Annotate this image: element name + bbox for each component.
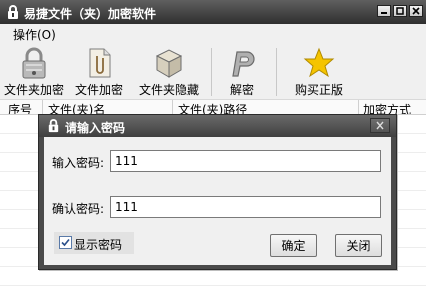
column-header-name[interactable]: 文件(夹)名 bbox=[48, 101, 105, 114]
toolbar-separator bbox=[276, 48, 277, 96]
dialog-title: 请输入密码 bbox=[65, 121, 126, 135]
column-header-method[interactable]: 加密方式 bbox=[363, 101, 411, 114]
password-label: 输入密码: bbox=[52, 156, 105, 170]
lock-icon bbox=[48, 119, 59, 133]
file-clip-icon bbox=[89, 48, 111, 78]
column-divider bbox=[172, 100, 173, 114]
box-icon bbox=[155, 49, 183, 78]
column-divider bbox=[358, 100, 359, 114]
padlock-icon bbox=[22, 47, 46, 79]
ok-button[interactable]: 确定 bbox=[270, 234, 317, 257]
column-header-index[interactable]: 序号 bbox=[8, 101, 32, 114]
checkmark-icon bbox=[61, 238, 70, 247]
show-password-label: 显示密码 bbox=[74, 238, 123, 252]
password-dialog: 请输入密码 输入密码: 确认密码: 显示密码 确定 关闭 bbox=[38, 114, 397, 270]
confirm-password-input[interactable] bbox=[110, 196, 381, 218]
buy-button[interactable]: 购买正版 bbox=[288, 46, 350, 100]
toolbar-label: 购买正版 bbox=[294, 83, 343, 97]
dialog-titlebar[interactable]: 请输入密码 bbox=[39, 115, 396, 137]
minimize-icon bbox=[381, 12, 387, 14]
toolbar-label: 文件夹隐藏 bbox=[138, 83, 199, 97]
file-encrypt-button[interactable]: 文件加密 bbox=[71, 46, 127, 100]
close-icon bbox=[376, 121, 384, 130]
star-icon bbox=[303, 47, 335, 78]
toolbar-label: 文件夹加密 bbox=[3, 83, 64, 97]
menu-bar: 操作(O) bbox=[0, 24, 426, 44]
decrypt-p-icon bbox=[232, 51, 255, 77]
toolbar-label: 解密 bbox=[229, 83, 254, 97]
column-divider bbox=[42, 100, 43, 114]
folder-hide-button[interactable]: 文件夹隐藏 bbox=[134, 46, 204, 100]
minimize-button[interactable] bbox=[377, 5, 391, 17]
close-button[interactable] bbox=[409, 5, 423, 17]
decrypt-button[interactable]: 解密 bbox=[219, 46, 265, 100]
toolbar-label: 文件加密 bbox=[74, 83, 123, 97]
confirm-password-label: 确认密码: bbox=[52, 202, 105, 216]
dialog-body: 输入密码: 确认密码: 显示密码 确定 关闭 bbox=[44, 137, 391, 265]
close-dialog-button[interactable]: 关闭 bbox=[335, 234, 382, 257]
window-titlebar[interactable]: 易捷文件（夹）加密软件 bbox=[0, 0, 426, 24]
close-icon bbox=[412, 7, 420, 15]
password-input[interactable] bbox=[110, 150, 381, 172]
folder-encrypt-button[interactable]: 文件夹加密 bbox=[2, 46, 66, 100]
checkbox-box[interactable] bbox=[59, 236, 72, 249]
window-title: 易捷文件（夹）加密软件 bbox=[24, 7, 157, 21]
maximize-icon bbox=[396, 7, 404, 15]
dialog-close-button[interactable] bbox=[370, 118, 390, 133]
menu-operation[interactable]: 操作(O) bbox=[13, 26, 56, 43]
toolbar-separator bbox=[211, 48, 212, 96]
maximize-button[interactable] bbox=[393, 5, 407, 17]
column-header-path[interactable]: 文件(夹)路径 bbox=[178, 101, 247, 114]
grid-line bbox=[0, 285, 426, 286]
show-password-checkbox[interactable]: 显示密码 bbox=[54, 232, 134, 254]
toolbar: 文件夹加密 文件加密 文件夹隐藏 解密 购买正版 bbox=[0, 44, 426, 100]
lock-app-icon bbox=[8, 5, 18, 19]
file-list-header: 序号 文件(夹)名 文件(夹)路径 加密方式 bbox=[0, 100, 426, 115]
